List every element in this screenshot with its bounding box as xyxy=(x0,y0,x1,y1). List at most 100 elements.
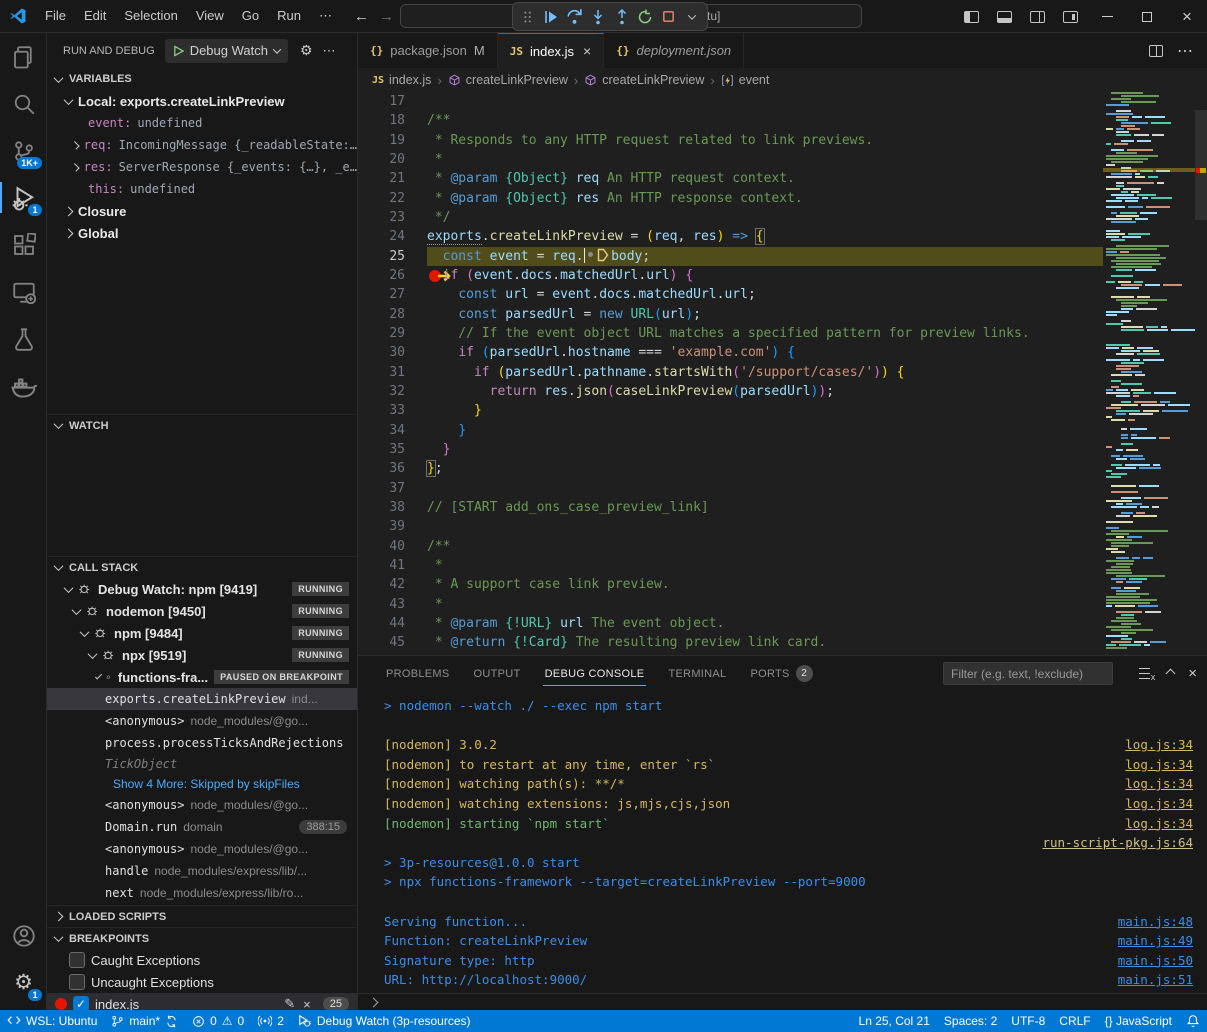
code-line-23[interactable]: 23 */ xyxy=(358,208,1207,227)
stack-frame-row-skipped[interactable]: TickObject xyxy=(47,754,357,774)
line-number[interactable]: 45 xyxy=(358,633,405,652)
minimap[interactable] xyxy=(1103,92,1195,655)
toggle-secondary-sidebar-icon[interactable] xyxy=(1030,11,1045,23)
code-line-21[interactable]: 21 * @param {Object} req An HTTP request… xyxy=(358,169,1207,188)
close-button[interactable]: × xyxy=(1167,0,1207,33)
restart-button[interactable] xyxy=(636,6,656,28)
stack-frame-row[interactable]: <anonymous>node_modules/@go... xyxy=(47,710,357,732)
variable-row[interactable]: res:ServerResponse {_events: {…}, _e… xyxy=(47,156,357,178)
menu-[interactable]: ⋯ xyxy=(311,5,340,27)
code-line-33[interactable]: 33 } xyxy=(358,401,1207,420)
code-line-22[interactable]: 22 * @param {Object} res An HTTP respons… xyxy=(358,189,1207,208)
breadcrumb[interactable]: JSindex.js›createLinkPreview›createLinkP… xyxy=(358,68,1207,92)
line-number[interactable]: 37 xyxy=(358,479,405,498)
line-number[interactable]: 29 xyxy=(358,324,405,343)
console-line[interactable] xyxy=(358,892,1207,912)
watch-section-header[interactable]: WATCH xyxy=(47,414,357,436)
nav-back-icon[interactable]: ← xyxy=(354,8,369,25)
code-line-32[interactable]: 32 return res.json(caseLinkPreview(parse… xyxy=(358,382,1207,401)
line-number[interactable]: 23 xyxy=(358,208,405,227)
panel-tab-debug-console[interactable]: DEBUG CONSOLE xyxy=(535,656,655,691)
show-more-frames-link[interactable]: Show 4 More: Skipped by skipFiles xyxy=(47,774,357,794)
chevron-down[interactable] xyxy=(683,6,703,28)
code-line-26[interactable]: 26 if (event.docs.matchedUrl.url) { xyxy=(358,266,1207,285)
breadcrumb-item-createLinkPreview[interactable]: createLinkPreview xyxy=(448,73,568,87)
call-stack-section-header[interactable]: CALL STACK xyxy=(47,556,357,578)
stack-frame-row[interactable]: nextnode_modules/express/lib/ro... xyxy=(47,882,357,904)
encoding-status[interactable]: UTF-8 xyxy=(1004,1010,1052,1032)
language-mode[interactable]: {} JavaScript xyxy=(1098,1010,1179,1032)
console-source-link[interactable]: log.js:34 xyxy=(1125,755,1193,775)
clear-console-icon[interactable]: x xyxy=(1139,668,1153,680)
console-line[interactable]: [nodemon] 3.0.2log.js:34 xyxy=(358,735,1207,755)
line-number[interactable]: 43 xyxy=(358,595,405,614)
debug-session-status[interactable]: Debug Watch (3p-resources) xyxy=(291,1010,478,1032)
line-number[interactable]: 40 xyxy=(358,537,405,556)
menu-run[interactable]: Run xyxy=(269,5,309,27)
variables-scope-row[interactable]: Global xyxy=(47,222,357,244)
console-line[interactable]: Signature type: httpmain.js:50 xyxy=(358,951,1207,971)
activity-run-and-debug-icon[interactable]: 1 xyxy=(0,174,47,221)
maximize-button[interactable] xyxy=(1127,0,1167,33)
console-line[interactable]: > npx functions-framework --target=creat… xyxy=(358,872,1207,892)
customize-layout-icon[interactable] xyxy=(1063,11,1078,23)
activity-docker-icon[interactable] xyxy=(0,362,47,409)
line-number[interactable]: 32 xyxy=(358,382,405,401)
activity-remote-explorer-icon[interactable] xyxy=(0,268,47,315)
stack-frame-row[interactable]: handlenode_modules/express/lib/... xyxy=(47,860,357,882)
callstack-session-row[interactable]: Debug Watch: npm [9419]RUNNING xyxy=(47,578,357,600)
debug-settings-gear-icon[interactable]: ⚙ xyxy=(300,42,313,59)
console-source-link[interactable]: main.js:48 xyxy=(1118,912,1193,932)
code-line-35[interactable]: 35 } xyxy=(358,440,1207,459)
line-number[interactable]: 41 xyxy=(358,556,405,575)
line-number[interactable]: 36 xyxy=(358,459,405,478)
tab-deployment.json[interactable]: {}deployment.json xyxy=(604,33,744,68)
panel-tab-terminal[interactable]: TERMINAL xyxy=(658,656,736,691)
line-number[interactable]: 22 xyxy=(358,189,405,208)
tab-package.json[interactable]: {}package.jsonM xyxy=(358,33,498,68)
code-line-25[interactable]: 25 const event = req.body; xyxy=(358,247,1207,266)
callstack-session-row[interactable]: npm [9484]RUNNING xyxy=(47,622,357,644)
console-line[interactable]: [nodemon] to restart at any time, enter … xyxy=(358,755,1207,775)
line-number[interactable]: 42 xyxy=(358,575,405,594)
code-line-34[interactable]: 34 } xyxy=(358,421,1207,440)
variables-section-header[interactable]: VARIABLES xyxy=(47,68,357,90)
code-line-42[interactable]: 42 * A support case link preview. xyxy=(358,575,1207,594)
line-number[interactable]: 39 xyxy=(358,517,405,536)
activity-accounts-icon[interactable] xyxy=(0,912,47,959)
line-number[interactable]: 19 xyxy=(358,131,405,150)
code-line-37[interactable]: 37 xyxy=(358,479,1207,498)
code-line-28[interactable]: 28 const parsedUrl = new URL(url); xyxy=(358,305,1207,324)
console-source-link[interactable]: log.js:34 xyxy=(1125,735,1193,755)
line-number[interactable]: 31 xyxy=(358,363,405,382)
step-over-button[interactable] xyxy=(565,6,585,28)
code-line-38[interactable]: 38// [START add_ons_case_preview_link] xyxy=(358,498,1207,517)
line-number[interactable]: 18 xyxy=(358,111,405,130)
breadcrumb-item-event[interactable]: event xyxy=(721,73,770,87)
toggle-panel-icon[interactable] xyxy=(997,11,1012,23)
menu-go[interactable]: Go xyxy=(234,5,267,27)
split-editor-icon[interactable] xyxy=(1149,45,1163,57)
console-filter-input[interactable]: Filter (e.g. text, !exclude) xyxy=(943,662,1113,685)
variable-row[interactable]: req:IncomingMessage {_readableState:… xyxy=(47,134,357,156)
line-number[interactable]: 27 xyxy=(358,285,405,304)
code-line-45[interactable]: 45 * @return {!Card} The resulting previ… xyxy=(358,633,1207,652)
panel-tab-problems[interactable]: PROBLEMS xyxy=(376,656,460,691)
console-line[interactable]: URL: http://localhost:9000/main.js:51 xyxy=(358,970,1207,990)
close-panel-icon[interactable]: × xyxy=(1188,665,1197,682)
inline-breakpoint-dot[interactable] xyxy=(588,252,593,257)
breakpoint-row[interactable]: Uncaught Exceptions xyxy=(47,971,357,993)
stack-frame-row[interactable]: <anonymous>node_modules/@go... xyxy=(47,838,357,860)
console-source-link[interactable]: main.js:49 xyxy=(1118,931,1193,951)
launch-config-dropdown[interactable]: Debug Watch xyxy=(165,39,288,63)
variables-scope-row[interactable]: Closure xyxy=(47,200,357,222)
line-number[interactable]: 28 xyxy=(358,305,405,324)
activity-explorer-icon[interactable] xyxy=(0,33,47,80)
code-line-40[interactable]: 40/** xyxy=(358,537,1207,556)
drag-handle[interactable] xyxy=(518,6,538,28)
maximize-panel-icon[interactable] xyxy=(1166,669,1176,679)
code-line-19[interactable]: 19 * Responds to any HTTP request relate… xyxy=(358,131,1207,150)
stack-frame-row[interactable]: exports.createLinkPreviewind... xyxy=(47,688,357,710)
code-line-36[interactable]: 36}; xyxy=(358,459,1207,478)
close-tab-icon[interactable]: × xyxy=(583,43,591,59)
